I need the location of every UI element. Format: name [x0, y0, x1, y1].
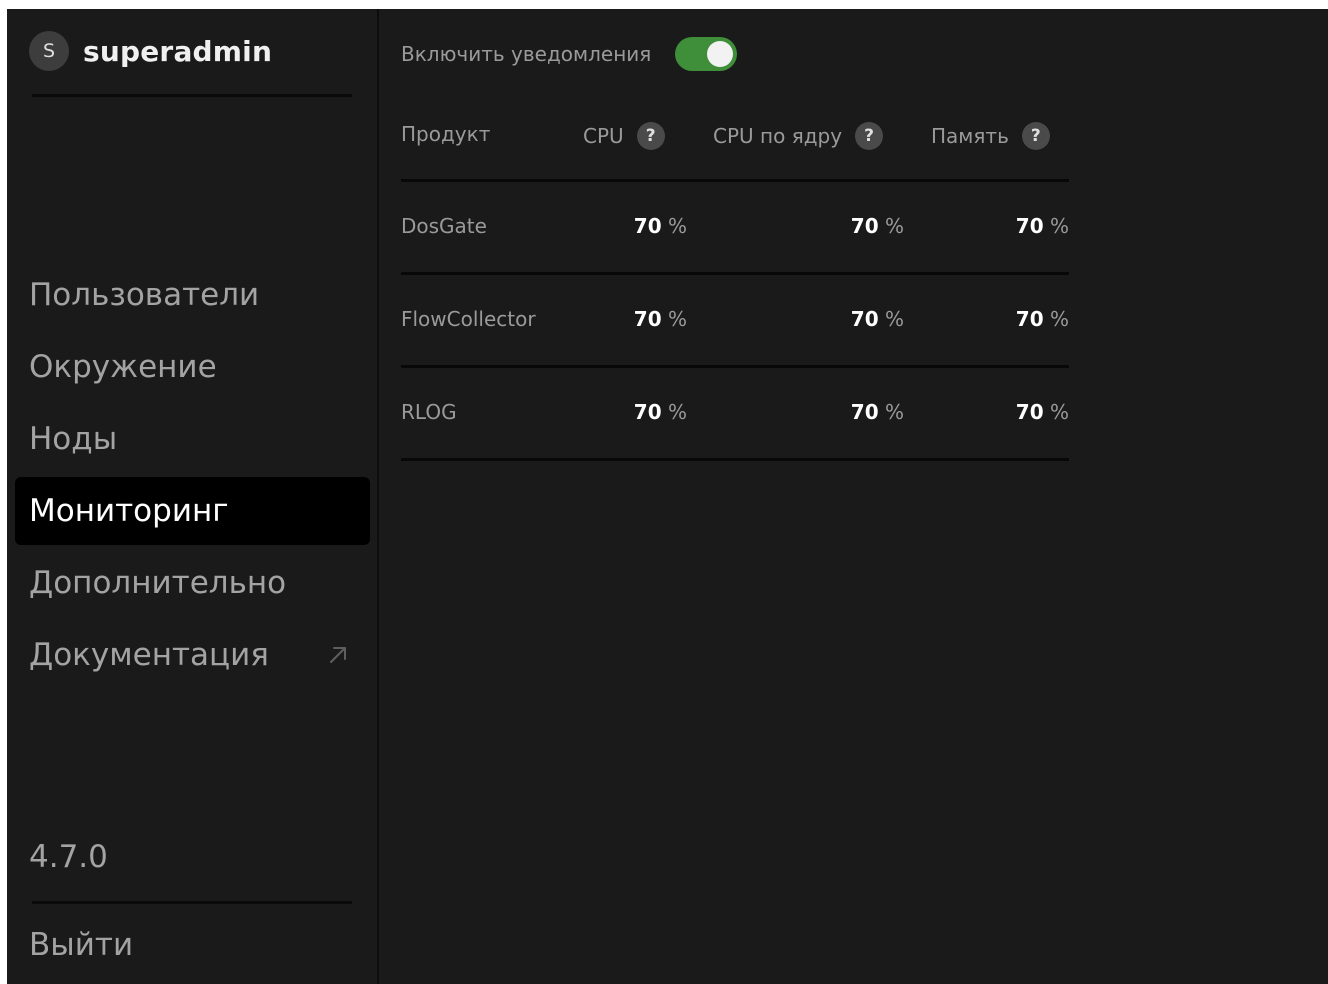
- sidebar-item-label: Дополнительно: [29, 565, 287, 601]
- sidebar-item-users[interactable]: Пользователи: [15, 261, 370, 329]
- app-window: S superadmin Пользователи Окружение Ноды…: [7, 9, 1328, 984]
- table-row: RLOG 70 % 70 % 70 %: [401, 368, 1069, 461]
- sidebar-item-documentation[interactable]: Документация: [15, 621, 370, 689]
- cell-cpu: 70 %: [634, 400, 687, 424]
- help-icon[interactable]: ?: [855, 122, 884, 150]
- sidebar-divider-top: [32, 94, 352, 97]
- cell-value: 70: [633, 307, 662, 331]
- app-version: 4.7.0: [29, 839, 108, 875]
- cell-value: 70: [1015, 307, 1044, 331]
- sidebar-item-nodes[interactable]: Ноды: [15, 405, 370, 473]
- cell-product: FlowCollector: [401, 307, 536, 331]
- cell-memory: 70 %: [1016, 307, 1069, 331]
- external-link-arrow-icon: [330, 647, 346, 663]
- sidebar-item-label: Мониторинг: [29, 493, 229, 529]
- cell-memory: 70 %: [1016, 214, 1069, 238]
- column-header-cpu-core: CPU по ядру ?: [713, 122, 884, 150]
- sidebar-divider-bottom: [32, 901, 352, 904]
- cell-value: 70: [850, 400, 879, 424]
- notifications-setting: Включить уведомления: [401, 37, 738, 71]
- column-header-label: Память: [931, 124, 1009, 148]
- column-header-label: Продукт: [401, 122, 491, 146]
- column-header-label: CPU: [583, 124, 624, 148]
- cell-unit: %: [884, 400, 904, 424]
- cell-cpu: 70 %: [634, 214, 687, 238]
- cell-unit: %: [667, 400, 687, 424]
- cell-value: 70: [1015, 400, 1044, 424]
- column-header-cpu: CPU ?: [583, 122, 665, 150]
- table-header: Продукт CPU ? CPU по ядру ? Память ?: [401, 105, 1069, 182]
- cell-unit: %: [1049, 400, 1069, 424]
- cell-memory: 70 %: [1016, 400, 1069, 424]
- sidebar-item-environment[interactable]: Окружение: [15, 333, 370, 401]
- user-profile[interactable]: S superadmin: [29, 31, 272, 71]
- cell-value: 70: [1015, 214, 1044, 238]
- cell-unit: %: [884, 214, 904, 238]
- cell-cpu: 70 %: [634, 307, 687, 331]
- cell-value: 70: [850, 307, 879, 331]
- sidebar-item-additional[interactable]: Дополнительно: [15, 549, 370, 617]
- column-header-memory: Память ?: [931, 122, 1050, 150]
- cell-product: RLOG: [401, 400, 457, 424]
- cell-value: 70: [850, 214, 879, 238]
- monitoring-table: Продукт CPU ? CPU по ядру ? Память ? Dos…: [401, 105, 1069, 461]
- cell-value: 70: [633, 400, 662, 424]
- help-icon[interactable]: ?: [636, 122, 665, 150]
- sidebar-nav: Пользователи Окружение Ноды Мониторинг Д…: [15, 261, 370, 693]
- sidebar-item-monitoring[interactable]: Мониторинг: [15, 477, 370, 545]
- cell-unit: %: [1049, 307, 1069, 331]
- notifications-label: Включить уведомления: [401, 42, 652, 66]
- logout-button[interactable]: Выйти: [29, 927, 133, 963]
- cell-unit: %: [1049, 214, 1069, 238]
- cell-cpu-core: 70 %: [851, 400, 904, 424]
- help-icon[interactable]: ?: [1021, 122, 1050, 150]
- sidebar-item-label: Документация: [29, 637, 269, 673]
- sidebar-item-label: Ноды: [29, 421, 118, 457]
- cell-cpu-core: 70 %: [851, 214, 904, 238]
- cell-cpu-core: 70 %: [851, 307, 904, 331]
- cell-unit: %: [667, 214, 687, 238]
- table-row: FlowCollector 70 % 70 % 70 %: [401, 275, 1069, 368]
- username: superadmin: [83, 34, 273, 68]
- sidebar-item-label: Пользователи: [29, 277, 260, 313]
- sidebar-item-label: Окружение: [29, 349, 217, 385]
- table-row: DosGate 70 % 70 % 70 %: [401, 182, 1069, 275]
- main-content: Включить уведомления Продукт CPU ? CPU п…: [379, 9, 1328, 984]
- sidebar: S superadmin Пользователи Окружение Ноды…: [7, 9, 379, 984]
- column-header-label: CPU по ядру: [713, 124, 843, 148]
- cell-unit: %: [884, 307, 904, 331]
- avatar: S: [29, 31, 69, 71]
- cell-product: DosGate: [401, 214, 487, 238]
- notifications-toggle[interactable]: [675, 37, 738, 71]
- column-header-product: Продукт: [401, 122, 490, 146]
- toggle-knob: [707, 41, 734, 67]
- cell-value: 70: [633, 214, 662, 238]
- cell-unit: %: [667, 307, 687, 331]
